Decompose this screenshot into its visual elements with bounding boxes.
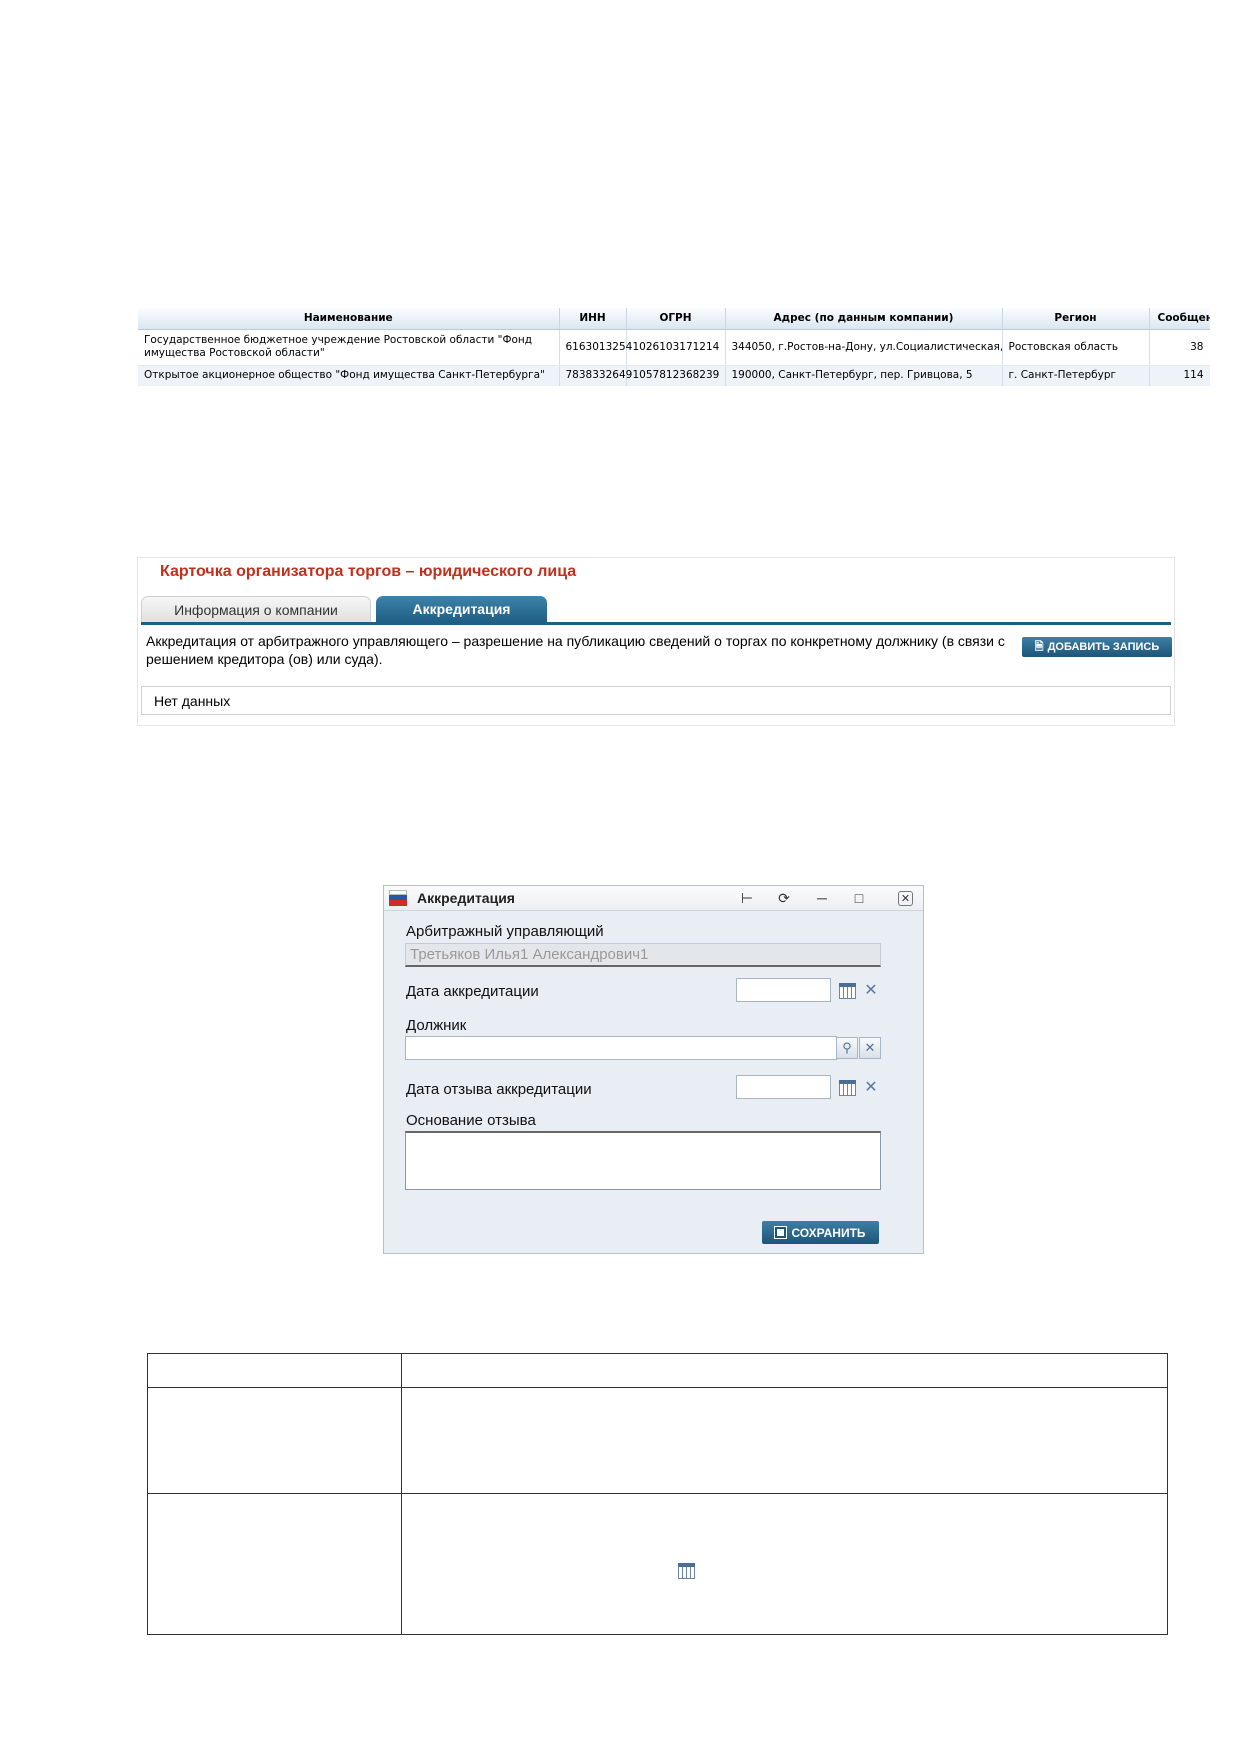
clear-date-icon[interactable]: ✕ [862, 982, 880, 999]
refresh-icon[interactable]: ⟳ [775, 889, 793, 907]
column-header-messages[interactable]: Сообщен [1149, 308, 1210, 330]
revocation-reason-textarea[interactable] [405, 1131, 881, 1190]
column-header-name[interactable]: Наименование [138, 308, 560, 330]
clear-date-icon[interactable]: ✕ [862, 1079, 880, 1096]
table-row[interactable]: Государственное бюджетное учреждение Рос… [138, 329, 1210, 366]
manager-field: Третьяков Илья1 Александрович1 [405, 943, 881, 967]
table-divider [401, 1354, 402, 1634]
calendar-icon[interactable] [839, 983, 856, 999]
card-title: Карточка организатора торгов – юридическ… [160, 563, 577, 580]
cell-region: Ростовская область [1002, 329, 1150, 366]
table-row[interactable]: Открытое акционерное общество "Фонд имущ… [138, 365, 1210, 386]
debtor-input[interactable] [405, 1036, 837, 1060]
accreditation-date-input[interactable] [736, 978, 831, 1002]
debtor-label: Должник [406, 1017, 467, 1034]
cell-address: 344050, г.Ростов-на-Дону, ул.Социалистич… [725, 329, 1003, 366]
tab-underline [141, 622, 1171, 625]
clear-icon[interactable]: ✕ [859, 1037, 881, 1059]
cell-name: Открытое акционерное общество "Фонд имущ… [138, 365, 560, 386]
cell-name: Государственное бюджетное учреждение Рос… [138, 329, 560, 366]
dialog-header: Аккредитация ⊢ ⟳ ─ □ ✕ [384, 886, 923, 911]
column-header-ogrn[interactable]: ОГРН [626, 308, 726, 330]
search-icon[interactable]: ⚲ [836, 1037, 858, 1059]
accreditation-description: Аккредитация от арбитражного управляющег… [146, 633, 1005, 667]
column-header-region[interactable]: Регион [1002, 308, 1150, 330]
companies-table: Наименование ИНН ОГРН Адрес (по данным к… [138, 308, 1210, 386]
tab-company-info[interactable]: Информация о компании [141, 596, 371, 622]
accreditation-dialog: Аккредитация ⊢ ⟳ ─ □ ✕ Арбитражный управ… [383, 885, 924, 1254]
tab-accreditation[interactable]: Аккредитация [376, 596, 547, 622]
close-icon[interactable]: ✕ [898, 891, 913, 906]
cell-address: 190000, Санкт-Петербург, пер. Гривцова, … [725, 365, 1003, 386]
column-header-address[interactable]: Адрес (по данным компании) [725, 308, 1003, 330]
minimize-icon[interactable]: ─ [813, 889, 831, 907]
dialog-title: Аккредитация [417, 890, 515, 906]
table-divider [148, 1493, 1167, 1494]
calendar-icon[interactable] [839, 1080, 856, 1096]
messages-count: 114 [1183, 369, 1204, 381]
add-record-button[interactable]: 🗎 ДОБАВИТЬ ЗАПИСЬ [1022, 637, 1172, 657]
revocation-date-label: Дата отзыва аккредитации [406, 1081, 592, 1098]
cell-inn: 6163013254 [559, 329, 632, 366]
revocation-date-input[interactable] [736, 1075, 831, 1099]
add-record-label: ДОБАВИТЬ ЗАПИСЬ [1047, 641, 1160, 653]
cell-messages: 38 [1149, 329, 1210, 366]
cell-messages: 114 [1149, 365, 1210, 386]
cell-ogrn: 1026103171214 [626, 329, 726, 366]
cell-ogrn: 1057812368239 [626, 365, 726, 386]
add-document-icon: 🗎 [1034, 640, 1044, 653]
cell-region: г. Санкт-Петербург [1002, 365, 1150, 386]
floppy-disk-icon [774, 1226, 788, 1239]
organizer-card: Карточка организатора торгов – юридическ… [137, 557, 1175, 726]
calendar-icon [678, 1563, 695, 1579]
manager-label: Арбитражный управляющий [406, 923, 604, 940]
cell-inn: 7838332649 [559, 365, 632, 386]
no-data-row: Нет данных [141, 686, 1171, 715]
accreditation-date-label: Дата аккредитации [406, 983, 539, 1000]
column-header-inn[interactable]: ИНН [559, 308, 627, 330]
empty-table [147, 1353, 1168, 1635]
table-divider [148, 1387, 1167, 1388]
save-label: СОХРАНИТЬ [791, 1225, 866, 1240]
pin-icon[interactable]: ⊢ [738, 889, 756, 907]
revocation-reason-label: Основание отзыва [406, 1112, 536, 1129]
maximize-icon[interactable]: □ [850, 889, 868, 907]
messages-count: 38 [1190, 340, 1204, 353]
table-header-row: Наименование ИНН ОГРН Адрес (по данным к… [138, 308, 1210, 330]
save-button[interactable]: СОХРАНИТЬ [762, 1221, 879, 1244]
flag-logo-icon [389, 890, 407, 906]
